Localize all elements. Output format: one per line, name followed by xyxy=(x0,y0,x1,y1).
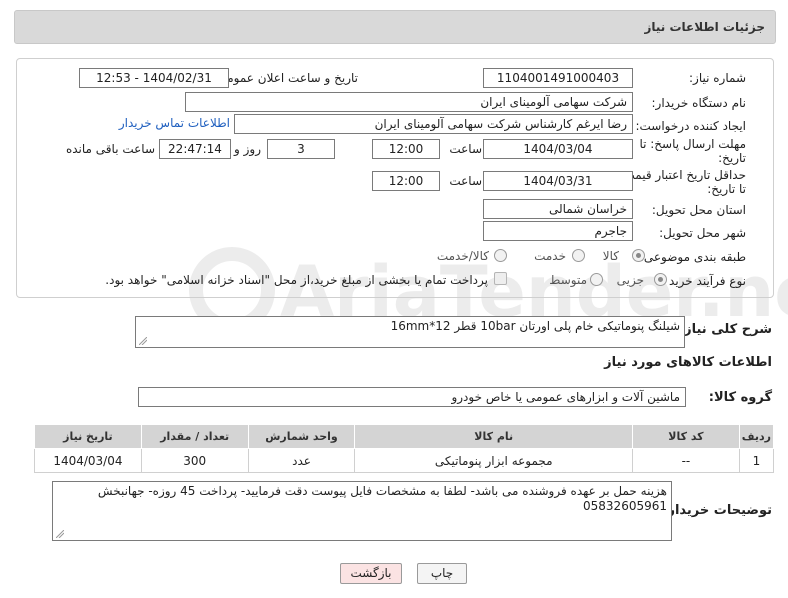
province-label: استان محل تحویل: xyxy=(651,203,746,217)
deadline-date-field: 1404/03/04 xyxy=(483,139,633,159)
days-label: روز و xyxy=(234,142,261,156)
col-row: ردیف xyxy=(738,424,775,449)
deadline-label-line1: مهلت ارسال پاسخ: تا xyxy=(639,137,746,151)
resize-grip-icon[interactable] xyxy=(56,530,64,538)
back-button[interactable]: بازگشت xyxy=(340,563,402,584)
remaining-time-field: 22:47:14 xyxy=(159,139,231,159)
goods-group-label: گروه کالا: xyxy=(708,390,772,405)
cell-quantity: 300 xyxy=(140,448,249,473)
remaining-time-label: ساعت باقی مانده xyxy=(65,142,155,156)
category-radio-goods[interactable] xyxy=(632,249,645,262)
resize-grip-icon[interactable] xyxy=(139,337,147,345)
treasury-checkbox[interactable] xyxy=(494,272,507,285)
process-option-minor: جزیی xyxy=(616,273,644,287)
cell-need-date: 1404/03/04 xyxy=(34,448,142,473)
description-text: شیلنگ پنوماتیکی خام پلی اورتان 10bar قطر… xyxy=(390,319,680,333)
deadline-time-label: ساعت xyxy=(449,142,482,156)
description-label: شرح کلی نیاز: xyxy=(678,322,772,337)
goods-group-field: ماشین آلات و ابزارهای عمومی یا خاص خودرو xyxy=(138,387,686,407)
need-number-label: شماره نیاز: xyxy=(689,71,746,85)
col-name: نام کالا xyxy=(354,424,634,449)
buyer-notes-textarea: هزینه حمل بر عهده فروشنده می باشد- لطفا … xyxy=(52,481,672,541)
process-radio-minor[interactable] xyxy=(654,273,667,286)
validity-label-line1: حداقل تاریخ اعتبار قیمت: xyxy=(619,168,746,182)
validity-time-field: 12:00 xyxy=(372,171,440,191)
deadline-label-line2: تاریخ: xyxy=(718,151,746,165)
city-field: جاجرم xyxy=(483,221,633,241)
category-option-goods-service: کالا/خدمت xyxy=(436,249,489,263)
col-need-date: تاریخ نیاز xyxy=(34,424,142,449)
category-option-goods: کالا xyxy=(602,249,619,263)
creator-label: ایجاد کننده درخواست: xyxy=(635,119,746,133)
validity-time-label: ساعت xyxy=(449,174,482,188)
goods-table: ردیف کد کالا نام کالا واحد شمارش تعداد /… xyxy=(34,424,775,473)
description-textarea: شیلنگ پنوماتیکی خام پلی اورتان 10bar قطر… xyxy=(135,316,685,348)
category-radio-goods-service[interactable] xyxy=(494,249,507,262)
process-option-medium: متوسط xyxy=(549,273,587,287)
validity-label-line2: تا تاریخ: xyxy=(707,182,746,196)
buyer-contact-link[interactable]: اطلاعات تماس خریدار xyxy=(119,116,230,130)
table-row: 1 -- مجموعه ابزار پنوماتیکی عدد 300 1404… xyxy=(34,448,775,473)
days-remaining-field: 3 xyxy=(267,139,335,159)
deadline-time-field: 12:00 xyxy=(372,139,440,159)
col-code: کد کالا xyxy=(632,424,740,449)
buyer-field: شرکت سهامی آلومینای ایران xyxy=(185,92,633,112)
page-header: جزئیات اطلاعات نیاز xyxy=(14,10,776,44)
cell-code: -- xyxy=(632,448,740,473)
col-quantity: تعداد / مقدار xyxy=(140,424,249,449)
process-radio-medium[interactable] xyxy=(590,273,603,286)
treasury-note: پرداخت تمام یا بخشی از مبلغ خرید،از محل … xyxy=(105,273,488,287)
buyer-notes-text: هزینه حمل بر عهده فروشنده می باشد- لطفا … xyxy=(97,484,667,513)
page-title: جزئیات اطلاعات نیاز xyxy=(644,20,765,34)
print-button[interactable]: چاپ xyxy=(417,563,467,584)
category-radio-service[interactable] xyxy=(572,249,585,262)
need-number-field: 1104001491000403 xyxy=(483,68,633,88)
process-label: نوع فرآیند خرید : xyxy=(661,274,746,288)
buyer-label: نام دستگاه خریدار: xyxy=(651,96,747,110)
goods-section-title: اطلاعات کالاهای مورد نیاز xyxy=(604,355,772,370)
col-unit: واحد شمارش xyxy=(247,424,356,449)
cell-unit: عدد xyxy=(247,448,356,473)
buyer-notes-label: توضیحات خریدار: xyxy=(662,503,772,518)
category-label: طبقه بندی موضوعی: xyxy=(639,250,746,264)
cell-name: مجموعه ابزار پنوماتیکی xyxy=(354,448,634,473)
validity-date-field: 1404/03/31 xyxy=(483,171,633,191)
city-label: شهر محل تحویل: xyxy=(659,226,746,240)
cell-row: 1 xyxy=(738,448,775,473)
category-option-service: خدمت xyxy=(534,249,566,263)
goods-table-header: ردیف کد کالا نام کالا واحد شمارش تعداد /… xyxy=(34,424,775,449)
province-field: خراسان شمالی xyxy=(483,199,633,219)
announce-label: تاریخ و ساعت اعلان عمومی: xyxy=(213,71,358,85)
creator-field: رضا ایرغم کارشناس شرکت سهامی آلومینای ای… xyxy=(234,114,633,134)
announce-field: 1404/02/31 - 12:53 xyxy=(79,68,229,88)
